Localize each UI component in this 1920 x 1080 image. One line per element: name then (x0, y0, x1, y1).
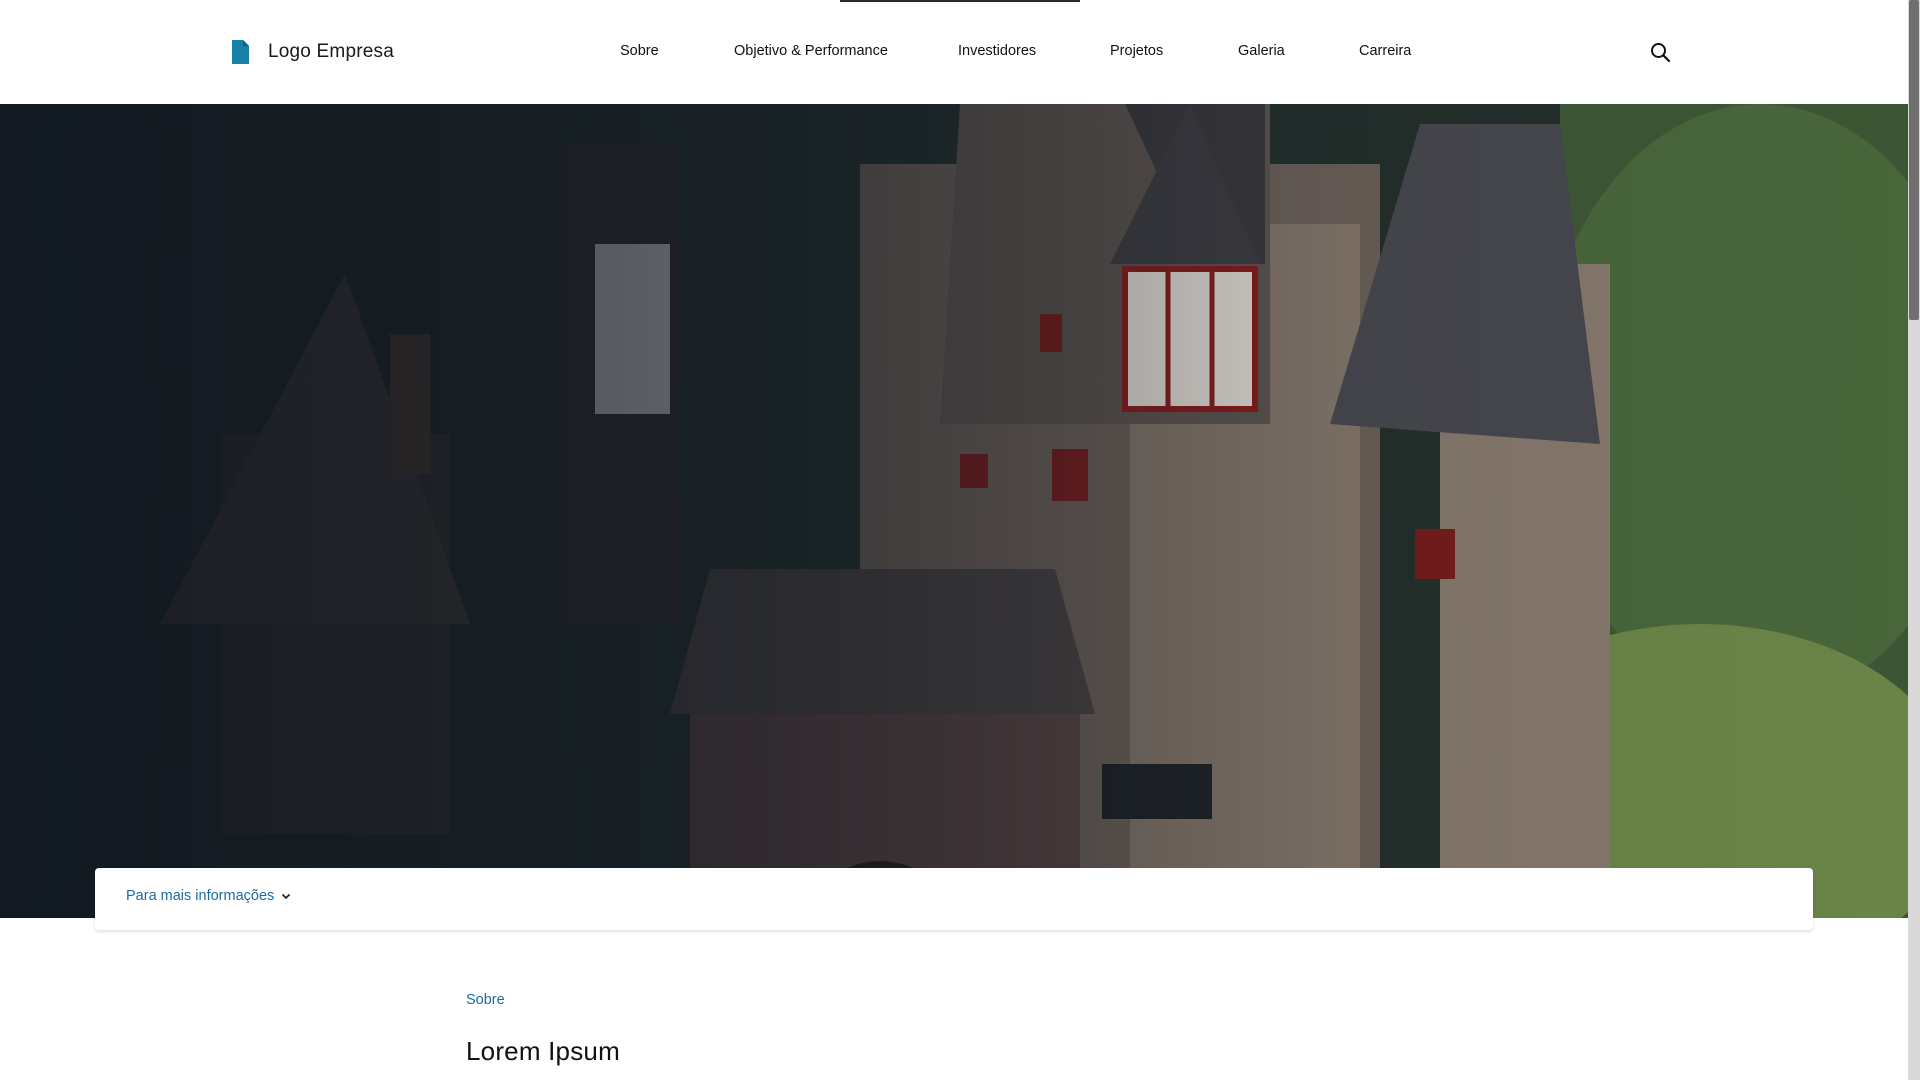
nav-item-projetos[interactable]: Projetos (1110, 38, 1163, 64)
site-header: Logo Empresa Sobre Objetivo & Performanc… (0, 0, 1908, 104)
nav-item-sobre[interactable]: Sobre (620, 38, 659, 64)
more-info-dropdown[interactable]: Para mais informações (126, 888, 292, 904)
document-icon (232, 40, 249, 64)
nav-item-objetivo-performance[interactable]: Objetivo & Performance (734, 38, 888, 64)
chevron-down-icon (282, 893, 291, 900)
hero-overlay (0, 104, 1908, 918)
page: Logo Empresa Sobre Objetivo & Performanc… (0, 0, 1920, 1080)
scrollbar[interactable] (1908, 0, 1920, 1080)
nav-active-indicator (840, 0, 1080, 2)
more-info-label: Para mais informações (126, 888, 275, 904)
search-button[interactable] (1648, 40, 1674, 66)
nav-item-carreira[interactable]: Carreira (1359, 38, 1411, 64)
nav-item-investidores[interactable]: Investidores (958, 38, 1036, 64)
logo[interactable]: Logo Empresa (230, 39, 394, 65)
page-title: Lorem Ipsum (466, 1036, 620, 1066)
search-icon (1651, 43, 1671, 63)
hero-banner (0, 104, 1908, 918)
logo-text: Logo Empresa (268, 41, 394, 62)
breadcrumb[interactable]: Sobre (466, 992, 505, 1008)
info-bar: Para mais informações (95, 868, 1813, 930)
scrollbar-thumb[interactable] (1909, 0, 1919, 320)
nav-item-galeria[interactable]: Galeria (1238, 38, 1285, 64)
